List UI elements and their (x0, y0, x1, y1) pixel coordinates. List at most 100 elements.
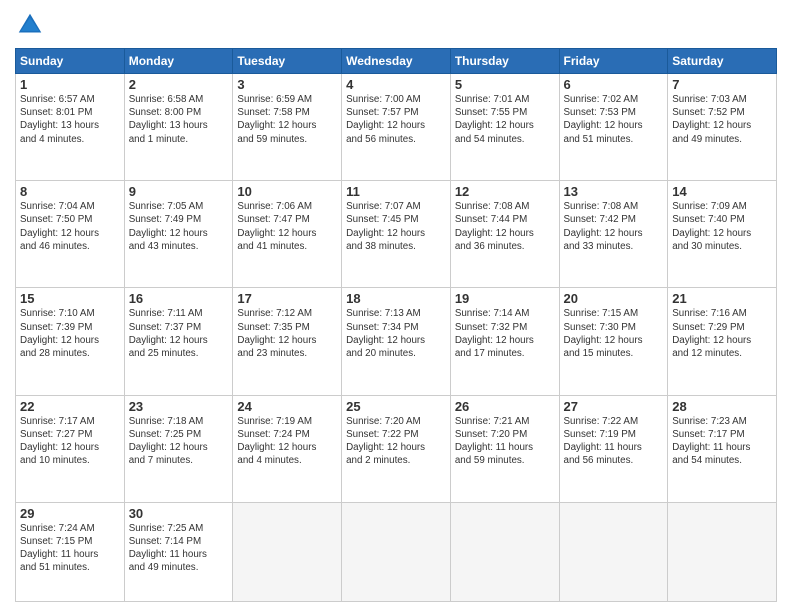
day-info: Sunrise: 7:15 AM Sunset: 7:30 PM Dayligh… (564, 307, 664, 360)
day-number: 25 (346, 399, 446, 414)
calendar-cell: 1Sunrise: 6:57 AM Sunset: 8:01 PM Daylig… (16, 74, 125, 181)
calendar-cell: 29Sunrise: 7:24 AM Sunset: 7:15 PM Dayli… (16, 502, 125, 601)
day-number: 17 (237, 291, 337, 306)
day-number: 22 (20, 399, 120, 414)
day-info: Sunrise: 6:57 AM Sunset: 8:01 PM Dayligh… (20, 93, 120, 146)
calendar-cell: 24Sunrise: 7:19 AM Sunset: 7:24 PM Dayli… (233, 395, 342, 502)
logo-icon (15, 10, 45, 40)
day-number: 26 (455, 399, 555, 414)
page-container: SundayMondayTuesdayWednesdayThursdayFrid… (0, 0, 792, 612)
day-number: 20 (564, 291, 664, 306)
calendar-cell: 23Sunrise: 7:18 AM Sunset: 7:25 PM Dayli… (124, 395, 233, 502)
calendar-cell: 15Sunrise: 7:10 AM Sunset: 7:39 PM Dayli… (16, 288, 125, 395)
day-info: Sunrise: 7:19 AM Sunset: 7:24 PM Dayligh… (237, 415, 337, 468)
day-info: Sunrise: 7:18 AM Sunset: 7:25 PM Dayligh… (129, 415, 229, 468)
day-number: 24 (237, 399, 337, 414)
calendar-cell: 27Sunrise: 7:22 AM Sunset: 7:19 PM Dayli… (559, 395, 668, 502)
day-info: Sunrise: 6:58 AM Sunset: 8:00 PM Dayligh… (129, 93, 229, 146)
weekday-header: Friday (559, 49, 668, 74)
calendar-cell: 6Sunrise: 7:02 AM Sunset: 7:53 PM Daylig… (559, 74, 668, 181)
calendar-cell: 30Sunrise: 7:25 AM Sunset: 7:14 PM Dayli… (124, 502, 233, 601)
day-info: Sunrise: 7:16 AM Sunset: 7:29 PM Dayligh… (672, 307, 772, 360)
day-number: 19 (455, 291, 555, 306)
day-number: 14 (672, 184, 772, 199)
calendar-week-row: 8Sunrise: 7:04 AM Sunset: 7:50 PM Daylig… (16, 181, 777, 288)
day-info: Sunrise: 6:59 AM Sunset: 7:58 PM Dayligh… (237, 93, 337, 146)
weekday-header: Monday (124, 49, 233, 74)
day-number: 8 (20, 184, 120, 199)
day-number: 15 (20, 291, 120, 306)
calendar-week-row: 1Sunrise: 6:57 AM Sunset: 8:01 PM Daylig… (16, 74, 777, 181)
calendar: SundayMondayTuesdayWednesdayThursdayFrid… (15, 48, 777, 602)
calendar-cell: 25Sunrise: 7:20 AM Sunset: 7:22 PM Dayli… (342, 395, 451, 502)
weekday-header-row: SundayMondayTuesdayWednesdayThursdayFrid… (16, 49, 777, 74)
day-info: Sunrise: 7:12 AM Sunset: 7:35 PM Dayligh… (237, 307, 337, 360)
calendar-cell: 4Sunrise: 7:00 AM Sunset: 7:57 PM Daylig… (342, 74, 451, 181)
calendar-cell: 12Sunrise: 7:08 AM Sunset: 7:44 PM Dayli… (450, 181, 559, 288)
day-info: Sunrise: 7:06 AM Sunset: 7:47 PM Dayligh… (237, 200, 337, 253)
day-number: 30 (129, 506, 229, 521)
day-number: 16 (129, 291, 229, 306)
calendar-cell: 14Sunrise: 7:09 AM Sunset: 7:40 PM Dayli… (668, 181, 777, 288)
day-info: Sunrise: 7:25 AM Sunset: 7:14 PM Dayligh… (129, 522, 229, 575)
calendar-cell: 22Sunrise: 7:17 AM Sunset: 7:27 PM Dayli… (16, 395, 125, 502)
calendar-cell (668, 502, 777, 601)
day-number: 28 (672, 399, 772, 414)
calendar-cell: 26Sunrise: 7:21 AM Sunset: 7:20 PM Dayli… (450, 395, 559, 502)
day-number: 7 (672, 77, 772, 92)
day-number: 1 (20, 77, 120, 92)
calendar-cell: 9Sunrise: 7:05 AM Sunset: 7:49 PM Daylig… (124, 181, 233, 288)
day-info: Sunrise: 7:02 AM Sunset: 7:53 PM Dayligh… (564, 93, 664, 146)
day-number: 5 (455, 77, 555, 92)
calendar-cell: 20Sunrise: 7:15 AM Sunset: 7:30 PM Dayli… (559, 288, 668, 395)
day-info: Sunrise: 7:21 AM Sunset: 7:20 PM Dayligh… (455, 415, 555, 468)
day-number: 10 (237, 184, 337, 199)
calendar-week-row: 22Sunrise: 7:17 AM Sunset: 7:27 PM Dayli… (16, 395, 777, 502)
logo (15, 10, 49, 40)
day-info: Sunrise: 7:04 AM Sunset: 7:50 PM Dayligh… (20, 200, 120, 253)
day-number: 2 (129, 77, 229, 92)
header (15, 10, 777, 40)
calendar-cell: 8Sunrise: 7:04 AM Sunset: 7:50 PM Daylig… (16, 181, 125, 288)
calendar-cell: 19Sunrise: 7:14 AM Sunset: 7:32 PM Dayli… (450, 288, 559, 395)
day-info: Sunrise: 7:24 AM Sunset: 7:15 PM Dayligh… (20, 522, 120, 575)
calendar-cell (450, 502, 559, 601)
day-number: 27 (564, 399, 664, 414)
calendar-cell: 13Sunrise: 7:08 AM Sunset: 7:42 PM Dayli… (559, 181, 668, 288)
calendar-cell: 28Sunrise: 7:23 AM Sunset: 7:17 PM Dayli… (668, 395, 777, 502)
calendar-cell: 11Sunrise: 7:07 AM Sunset: 7:45 PM Dayli… (342, 181, 451, 288)
day-info: Sunrise: 7:13 AM Sunset: 7:34 PM Dayligh… (346, 307, 446, 360)
weekday-header: Sunday (16, 49, 125, 74)
calendar-cell (342, 502, 451, 601)
weekday-header: Thursday (450, 49, 559, 74)
calendar-cell: 16Sunrise: 7:11 AM Sunset: 7:37 PM Dayli… (124, 288, 233, 395)
day-number: 29 (20, 506, 120, 521)
day-number: 12 (455, 184, 555, 199)
day-number: 21 (672, 291, 772, 306)
calendar-cell: 3Sunrise: 6:59 AM Sunset: 7:58 PM Daylig… (233, 74, 342, 181)
calendar-cell (559, 502, 668, 601)
calendar-cell: 18Sunrise: 7:13 AM Sunset: 7:34 PM Dayli… (342, 288, 451, 395)
weekday-header: Tuesday (233, 49, 342, 74)
day-info: Sunrise: 7:05 AM Sunset: 7:49 PM Dayligh… (129, 200, 229, 253)
calendar-cell: 17Sunrise: 7:12 AM Sunset: 7:35 PM Dayli… (233, 288, 342, 395)
calendar-week-row: 29Sunrise: 7:24 AM Sunset: 7:15 PM Dayli… (16, 502, 777, 601)
calendar-cell: 2Sunrise: 6:58 AM Sunset: 8:00 PM Daylig… (124, 74, 233, 181)
day-number: 6 (564, 77, 664, 92)
day-number: 3 (237, 77, 337, 92)
day-number: 11 (346, 184, 446, 199)
day-info: Sunrise: 7:08 AM Sunset: 7:42 PM Dayligh… (564, 200, 664, 253)
day-info: Sunrise: 7:20 AM Sunset: 7:22 PM Dayligh… (346, 415, 446, 468)
day-info: Sunrise: 7:09 AM Sunset: 7:40 PM Dayligh… (672, 200, 772, 253)
day-number: 18 (346, 291, 446, 306)
weekday-header: Wednesday (342, 49, 451, 74)
calendar-week-row: 15Sunrise: 7:10 AM Sunset: 7:39 PM Dayli… (16, 288, 777, 395)
weekday-header: Saturday (668, 49, 777, 74)
calendar-cell: 10Sunrise: 7:06 AM Sunset: 7:47 PM Dayli… (233, 181, 342, 288)
calendar-cell: 7Sunrise: 7:03 AM Sunset: 7:52 PM Daylig… (668, 74, 777, 181)
day-info: Sunrise: 7:22 AM Sunset: 7:19 PM Dayligh… (564, 415, 664, 468)
day-info: Sunrise: 7:00 AM Sunset: 7:57 PM Dayligh… (346, 93, 446, 146)
day-info: Sunrise: 7:10 AM Sunset: 7:39 PM Dayligh… (20, 307, 120, 360)
calendar-cell: 5Sunrise: 7:01 AM Sunset: 7:55 PM Daylig… (450, 74, 559, 181)
day-number: 9 (129, 184, 229, 199)
